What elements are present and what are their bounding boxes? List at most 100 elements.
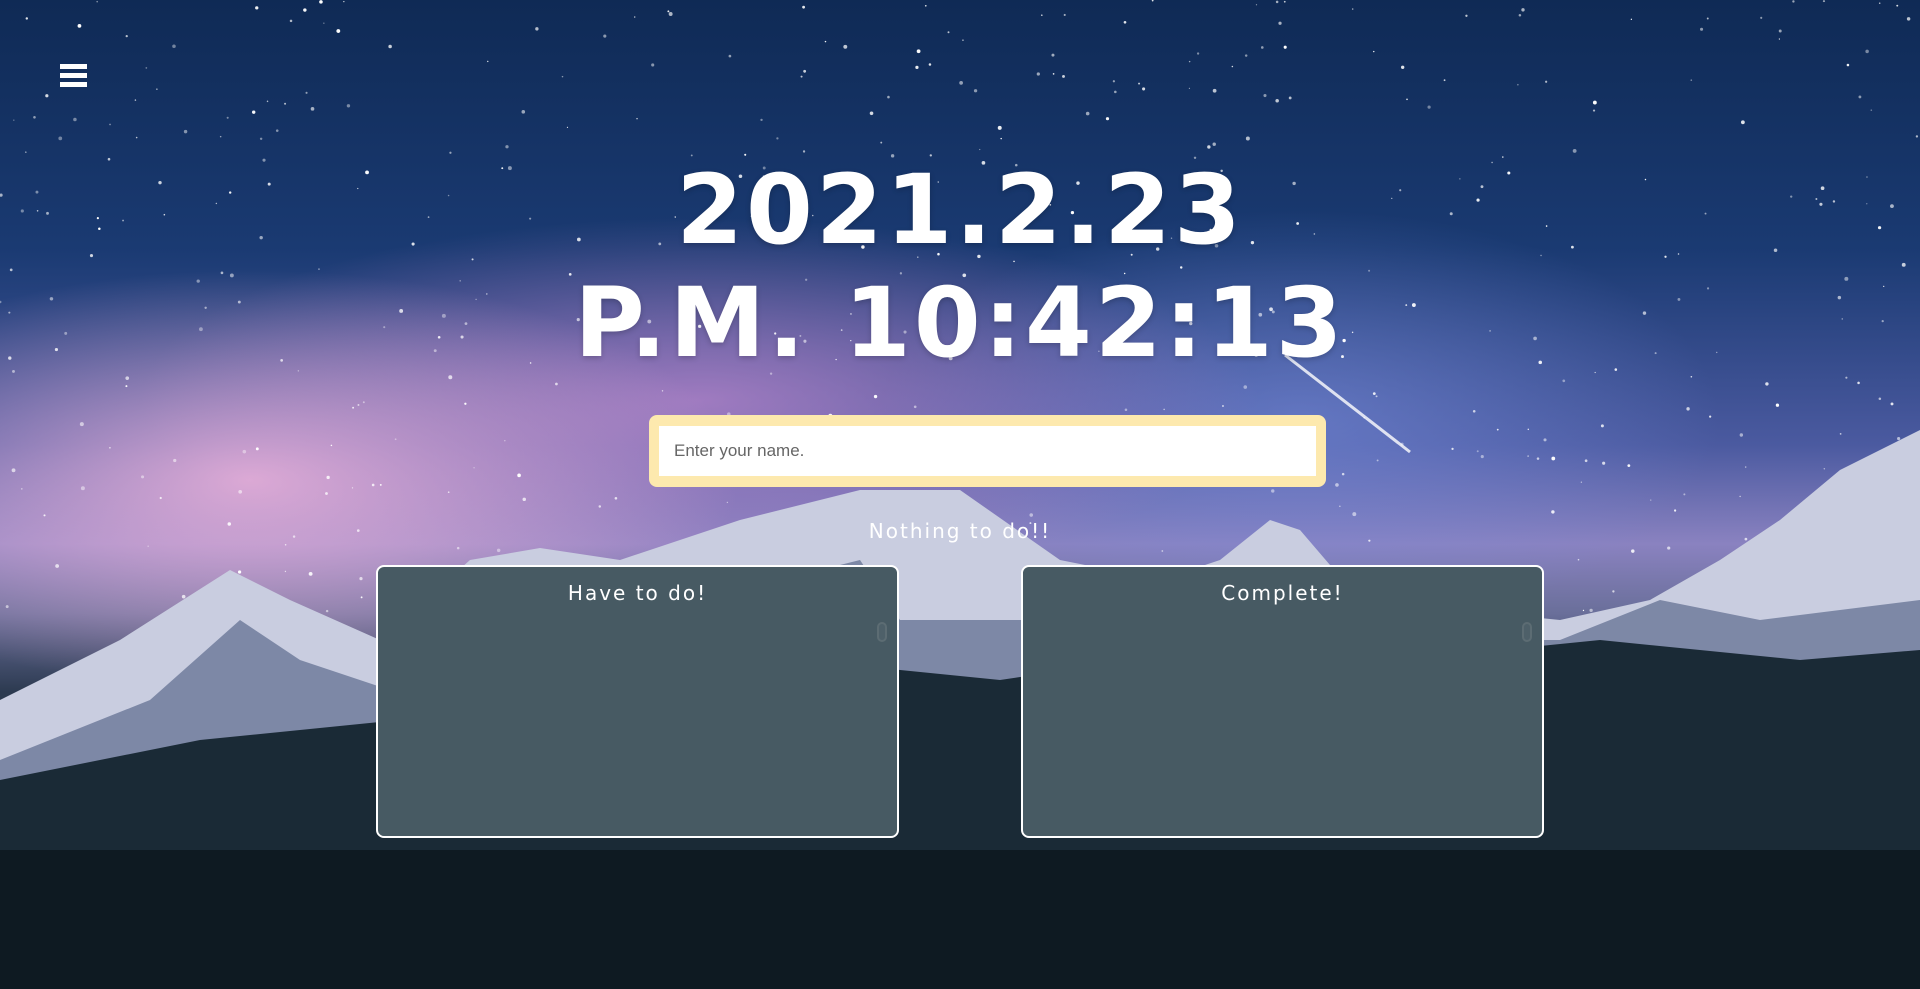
scrollbar[interactable] — [1522, 622, 1532, 642]
star — [1551, 456, 1556, 461]
star — [43, 514, 46, 517]
star — [336, 29, 341, 33]
star — [1631, 549, 1635, 553]
star — [1451, 447, 1454, 451]
star — [303, 8, 307, 12]
star — [1683, 493, 1686, 496]
star — [1612, 590, 1615, 593]
star — [1845, 376, 1848, 379]
star — [1580, 481, 1583, 483]
star — [1255, 4, 1258, 6]
star — [928, 63, 932, 66]
star — [603, 34, 607, 38]
star — [1897, 437, 1901, 441]
hamburger-line — [60, 82, 87, 87]
star — [1584, 459, 1588, 463]
star — [803, 69, 807, 73]
star — [325, 609, 329, 613]
menu-button[interactable] — [60, 64, 87, 90]
star — [1123, 20, 1127, 24]
star — [1518, 13, 1522, 17]
star — [1896, 4, 1899, 7]
star — [357, 404, 360, 406]
star — [843, 44, 848, 49]
star — [1196, 52, 1200, 55]
star — [362, 401, 365, 404]
star — [1915, 135, 1919, 138]
star — [360, 596, 363, 599]
hamburger-menu-icon — [60, 64, 87, 69]
star — [555, 382, 558, 386]
star — [141, 475, 145, 479]
star — [1765, 382, 1769, 386]
star — [634, 16, 636, 18]
star — [1543, 438, 1547, 442]
star — [1709, 415, 1712, 418]
scrollbar[interactable] — [877, 622, 887, 642]
star — [1188, 60, 1191, 63]
star — [371, 483, 375, 487]
star — [1739, 495, 1741, 498]
star — [238, 570, 242, 574]
star — [1351, 8, 1354, 10]
star — [456, 546, 460, 550]
star — [464, 402, 467, 405]
star — [20, 488, 23, 490]
star — [1686, 407, 1690, 411]
star — [1667, 546, 1671, 550]
star — [266, 100, 269, 103]
star — [800, 75, 803, 78]
star — [325, 492, 328, 495]
star — [1288, 96, 1292, 100]
star — [1901, 262, 1906, 267]
star — [1245, 136, 1250, 141]
star — [1161, 550, 1164, 552]
star — [1163, 408, 1165, 411]
star — [1673, 509, 1677, 512]
star — [915, 65, 919, 69]
star — [1846, 63, 1850, 67]
star — [305, 91, 308, 94]
star — [1341, 472, 1345, 476]
star — [760, 118, 763, 122]
star — [1858, 95, 1862, 99]
star — [1865, 49, 1869, 54]
star — [220, 271, 224, 275]
star — [1052, 73, 1055, 75]
star — [1572, 148, 1577, 153]
star — [145, 67, 148, 69]
star — [13, 119, 15, 121]
star — [1582, 609, 1585, 612]
star — [1212, 88, 1217, 93]
star — [323, 22, 325, 24]
star — [1283, 45, 1287, 49]
star — [1151, 0, 1154, 2]
star — [1551, 510, 1555, 514]
todo-list-title: Have to do! — [567, 581, 708, 605]
star — [728, 54, 732, 58]
star — [330, 444, 333, 447]
star — [504, 440, 506, 442]
name-input[interactable] — [659, 426, 1316, 476]
star — [9, 268, 13, 272]
star — [275, 129, 279, 132]
star — [284, 570, 287, 573]
star — [1823, 468, 1826, 470]
star — [1521, 8, 1525, 12]
star — [352, 406, 355, 409]
star — [1562, 379, 1566, 383]
star — [55, 564, 60, 568]
star — [1592, 100, 1597, 105]
todo-list-panel: Have to do! — [376, 565, 899, 838]
star — [109, 447, 111, 449]
star — [614, 496, 618, 500]
star — [343, 0, 345, 3]
star — [318, 268, 320, 271]
star — [448, 375, 453, 380]
star — [255, 6, 259, 10]
star — [997, 125, 1002, 130]
star — [1602, 461, 1606, 465]
star — [77, 24, 82, 28]
star — [1592, 109, 1596, 112]
star — [1212, 142, 1216, 146]
